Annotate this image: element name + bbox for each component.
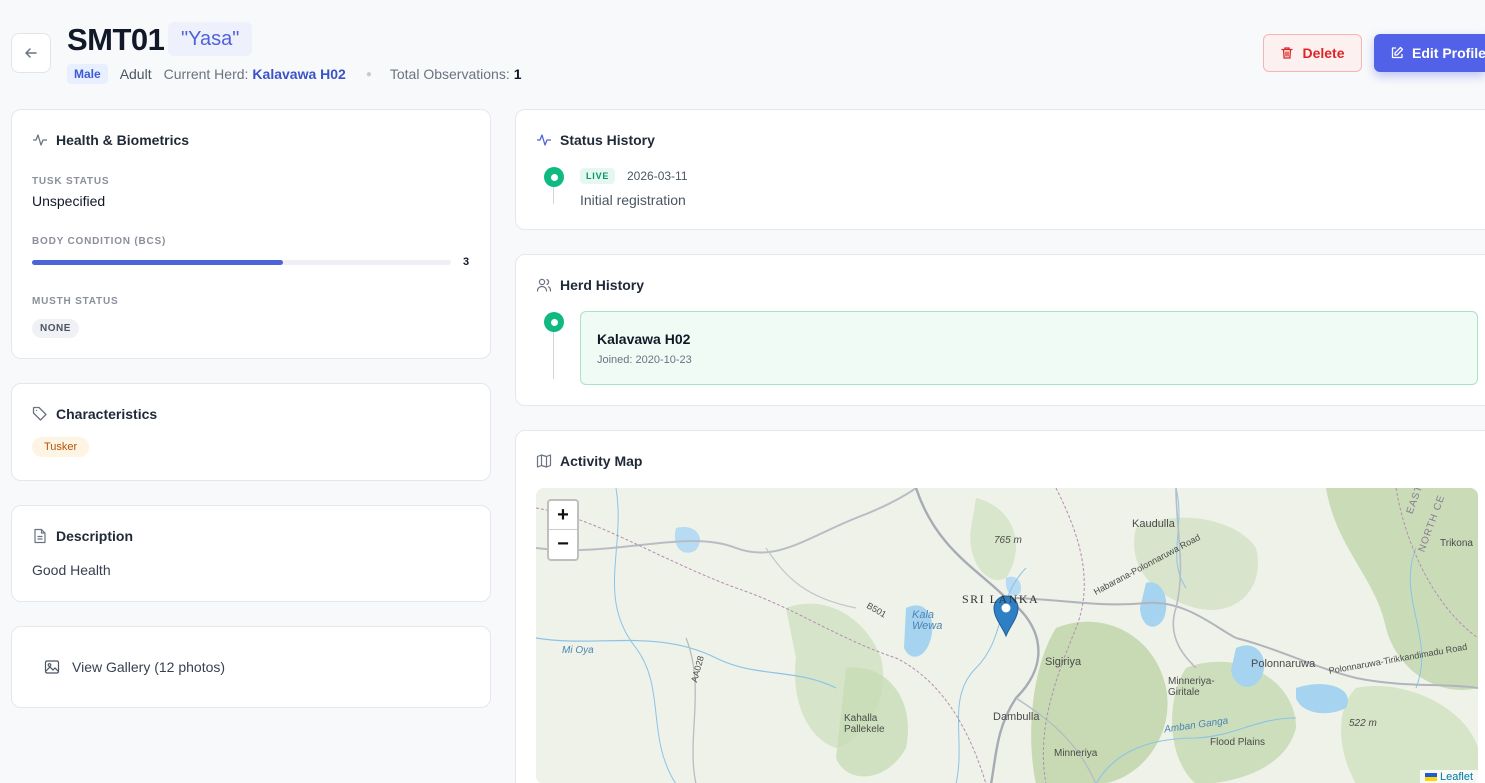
status-badge: LIVE — [580, 168, 616, 184]
bcs-progress-bar — [32, 260, 451, 265]
health-card: Health & Biometrics TUSK STATUS Unspecif… — [11, 109, 491, 359]
herd-history-entry: Kalavawa H02 Joined: 2020-10-23 — [580, 311, 1478, 385]
map-label-elevation-522: 522 m — [1349, 718, 1377, 729]
image-icon — [44, 659, 60, 675]
map-label-flood-plains: Flood Plains — [1210, 737, 1266, 748]
back-button[interactable] — [11, 33, 51, 73]
map-attribution[interactable]: Leaflet — [1419, 770, 1478, 783]
delete-label: Delete — [1302, 45, 1345, 61]
map-label-kala-wewa: Kala Wewa — [912, 609, 943, 632]
zoom-in-button[interactable]: + — [549, 501, 577, 530]
tusk-status-label: TUSK STATUS — [32, 176, 110, 187]
description-title-text: Description — [56, 528, 134, 544]
activity-map-card: Activity Map SRI LANKA Kaudulla Kala Wew… — [515, 430, 1485, 783]
timeline-line — [553, 329, 554, 379]
timeline-dot — [544, 312, 564, 332]
arrow-left-icon — [23, 45, 39, 61]
status-note: Initial registration — [580, 192, 686, 208]
musth-status-label: MUSTH STATUS — [32, 296, 119, 307]
page-title: SMT01 — [67, 22, 165, 57]
map-tiles — [536, 488, 1478, 783]
current-herd-link[interactable]: Kalavawa H02 — [252, 66, 345, 82]
trash-icon — [1280, 46, 1294, 60]
herd-label: Current Herd: — [163, 66, 249, 82]
status-history-card: Status History LIVE 2026-03-11 Initial r… — [515, 109, 1485, 230]
observations-label: Total Observations: — [389, 66, 510, 82]
timeline-line — [553, 184, 554, 204]
characteristics-title: Characteristics — [32, 406, 157, 422]
herd-joined-date: Joined: 2020-10-23 — [597, 354, 692, 366]
profile-meta: Male Adult Current Herd: Kalavawa H02 ● … — [67, 64, 522, 84]
timeline-dot — [544, 167, 564, 187]
tusk-status-value: Unspecified — [32, 193, 106, 209]
map-label-country: SRI LANKA — [962, 592, 1040, 606]
map-label-kaudulla: Kaudulla — [1132, 518, 1175, 530]
health-title: Health & Biometrics — [32, 132, 189, 148]
map-label-sigiriya: Sigiriya — [1045, 656, 1082, 668]
view-gallery-link[interactable]: View Gallery (12 photos) — [44, 659, 225, 675]
herd-name: Kalavawa H02 — [597, 331, 691, 347]
edit-icon — [1390, 46, 1404, 60]
separator-dot: ● — [365, 68, 372, 80]
herd-history-title: Herd History — [536, 277, 644, 293]
map-icon — [536, 453, 552, 469]
nickname-badge: "Yasa" — [168, 22, 253, 56]
activity-icon — [536, 132, 552, 148]
observations-count: 1 — [513, 66, 522, 82]
description-card: Description Good Health — [11, 505, 491, 602]
herd-history-card: Herd History Kalavawa H02 Joined: 2020-1… — [515, 254, 1485, 406]
map-label-minneriya-giritale: Minneriya- Giritale — [1168, 676, 1215, 698]
status-date: 2026-03-11 — [627, 169, 688, 183]
description-title: Description — [32, 528, 133, 544]
status-history-title-text: Status History — [560, 132, 655, 148]
characteristic-tag: Tusker — [32, 437, 90, 457]
activity-map[interactable]: SRI LANKA Kaudulla Kala Wewa Sigiriya Po… — [536, 488, 1478, 783]
tag-icon — [32, 406, 48, 422]
flag-icon — [1424, 773, 1437, 781]
map-label-polonnaruwa: Polonnaruwa — [1251, 658, 1316, 670]
bcs-label: BODY CONDITION (BCS) — [32, 236, 167, 247]
map-label-elevation-765: 765 m — [994, 535, 1022, 546]
map-label-kahalla: Kahalla Pallekele — [844, 713, 885, 735]
characteristics-card: Characteristics Tusker — [11, 383, 491, 481]
age-text: Adult — [119, 66, 152, 82]
activity-map-title: Activity Map — [536, 453, 642, 469]
zoom-out-button[interactable]: − — [549, 530, 577, 559]
edit-profile-label: Edit Profile — [1412, 45, 1485, 61]
bcs-progress-fill — [32, 260, 284, 265]
activity-icon — [32, 132, 48, 148]
gallery-card[interactable]: View Gallery (12 photos) — [11, 626, 491, 708]
map-label-trikona: Trikona — [1440, 538, 1473, 549]
users-icon — [536, 277, 552, 293]
activity-map-title-text: Activity Map — [560, 453, 643, 469]
map-label-minneriya: Minneriya — [1054, 748, 1098, 759]
map-label-mi-oya: Mi Oya — [562, 645, 594, 656]
map-label-dambulla: Dambulla — [993, 711, 1040, 723]
bcs-value: 3 — [463, 256, 470, 268]
profile-header: SMT01 "Yasa" Male Adult Current Herd: Ka… — [0, 0, 1485, 100]
status-history-title: Status History — [536, 132, 655, 148]
characteristics-title-text: Characteristics — [56, 406, 158, 422]
view-gallery-label: View Gallery (12 photos) — [72, 659, 226, 675]
document-icon — [32, 528, 48, 544]
sex-badge: Male — [67, 64, 108, 84]
description-text: Good Health — [32, 562, 111, 578]
musth-status-badge: NONE — [32, 319, 79, 338]
health-title-text: Health & Biometrics — [56, 132, 190, 148]
delete-button[interactable]: Delete — [1263, 34, 1362, 72]
leaflet-link[interactable]: Leaflet — [1440, 771, 1473, 783]
herd-history-title-text: Herd History — [560, 277, 645, 293]
edit-profile-button[interactable]: Edit Profile — [1374, 34, 1485, 72]
zoom-control: + − — [547, 499, 579, 561]
